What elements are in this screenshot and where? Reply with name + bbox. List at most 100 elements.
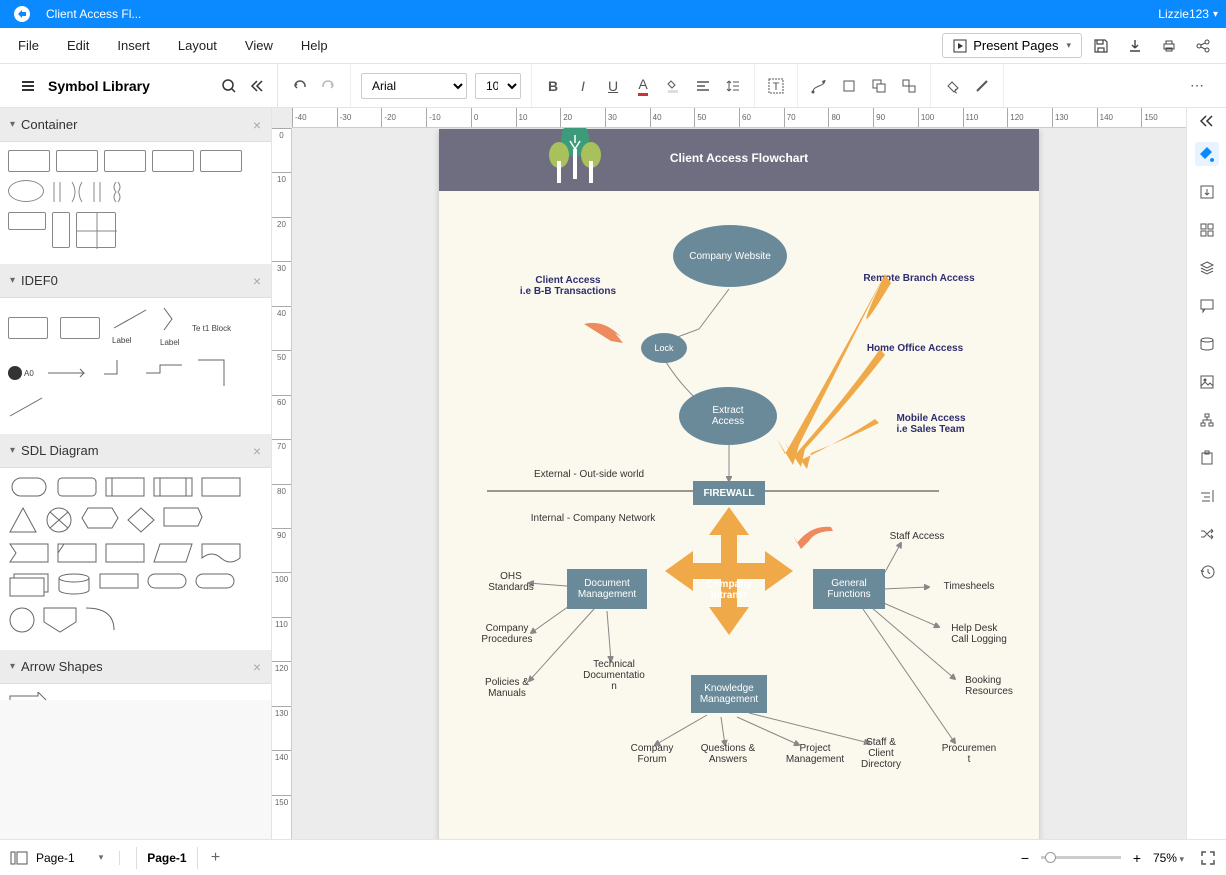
collapse-left-icon[interactable] [249,78,267,94]
node-lock[interactable]: Lock [641,333,687,363]
menu-layout[interactable]: Layout [164,32,231,59]
shape-item[interactable] [56,542,98,564]
theme-colors-icon[interactable] [1195,142,1219,166]
font-size-select[interactable]: 10 [475,73,521,99]
close-icon[interactable]: × [253,443,261,459]
layers-icon[interactable] [1195,256,1219,280]
close-icon[interactable]: × [253,117,261,133]
menu-insert[interactable]: Insert [103,32,164,59]
shape-item[interactable] [8,317,48,339]
search-icon[interactable] [221,78,239,94]
shape-item[interactable] [42,606,78,634]
shape-item[interactable] [56,150,98,172]
node-extract-access[interactable]: Extract Access [679,387,777,445]
shape-item[interactable] [8,692,48,700]
shape-item[interactable]: Te t1 Block [192,324,231,333]
shape-item[interactable] [104,476,146,498]
zoom-in-button[interactable]: + [1129,850,1145,866]
panel-container-header[interactable]: ▾Container× [0,108,271,142]
shape-item[interactable] [76,212,116,248]
undo-button[interactable] [288,75,310,97]
user-menu[interactable]: Lizzie123 [1158,7,1218,21]
collapse-right-icon[interactable] [1200,114,1214,128]
shape-item[interactable]: Label [112,308,148,348]
node-document-management[interactable]: Document Management [567,569,647,609]
image-icon[interactable] [1195,370,1219,394]
shape-item[interactable] [146,572,188,598]
shape-item[interactable] [60,317,100,339]
shape-item[interactable] [8,476,50,498]
shape-item[interactable] [8,212,46,230]
node-company-website[interactable]: Company Website [673,225,787,287]
panel-idef0-header[interactable]: ▾IDEF0× [0,264,271,298]
bold-button[interactable]: B [542,75,564,97]
sitemap-icon[interactable] [1195,408,1219,432]
shape-item[interactable] [8,572,50,598]
shape-item[interactable] [144,363,184,383]
shape-item[interactable] [8,606,36,634]
shape-item[interactable] [194,572,236,598]
save-icon[interactable] [1092,37,1110,55]
shape-item[interactable] [8,542,50,564]
history-icon[interactable] [1195,560,1219,584]
node-general-functions[interactable]: General Functions [813,569,885,609]
zoom-value[interactable]: 75% [1153,851,1184,865]
shape-item[interactable] [162,506,204,534]
shape-item[interactable] [200,542,242,564]
redo-button[interactable] [318,75,340,97]
shape-item[interactable] [8,150,50,172]
comment-icon[interactable] [1195,294,1219,318]
text-highlight-button[interactable] [662,75,684,97]
panel-sdl-header[interactable]: ▾SDL Diagram× [0,434,271,468]
zoom-out-button[interactable]: − [1017,850,1033,866]
share-icon[interactable] [1194,37,1212,55]
download-icon[interactable] [1126,37,1144,55]
data-icon[interactable] [1195,332,1219,356]
more-button[interactable]: ⋯ [1186,75,1208,97]
line-style-button[interactable] [971,75,993,97]
shape-item[interactable] [84,606,116,634]
shape-item[interactable]: A0 [8,366,34,380]
zoom-slider[interactable] [1041,856,1121,859]
font-select[interactable]: Arial [361,73,467,99]
arrange-front-button[interactable] [868,75,890,97]
align-right-icon[interactable] [1195,484,1219,508]
shape-fill-button[interactable] [838,75,860,97]
shape-item[interactable] [90,180,104,204]
page-select[interactable]: Page-1 [36,851,120,865]
outline-icon[interactable] [10,851,28,865]
shape-item[interactable] [50,180,64,204]
shape-item[interactable] [8,506,38,534]
shape-item[interactable] [56,572,92,598]
add-page-button[interactable]: + [206,849,226,867]
shape-item[interactable] [102,358,132,388]
shape-item[interactable] [110,180,124,204]
shape-item[interactable] [152,542,194,564]
shape-item[interactable] [8,396,44,418]
underline-button[interactable]: U [602,75,624,97]
node-knowledge-management[interactable]: Knowledge Management [691,675,767,713]
fullscreen-icon[interactable] [1200,850,1216,866]
menu-edit[interactable]: Edit [53,32,103,59]
close-icon[interactable]: × [253,659,261,675]
shape-item[interactable] [98,572,140,598]
shape-item[interactable] [44,506,74,534]
grid-icon[interactable] [1195,218,1219,242]
connector-button[interactable] [808,75,830,97]
export-icon[interactable] [1195,180,1219,204]
shape-item[interactable] [126,506,156,534]
menu-view[interactable]: View [231,32,287,59]
node-firewall[interactable]: FIREWALL [693,481,765,505]
close-icon[interactable]: × [253,273,261,289]
shape-item[interactable] [196,358,226,388]
panel-arrow-header[interactable]: ▾Arrow Shapes× [0,650,271,684]
shape-item[interactable] [46,366,90,380]
align-button[interactable] [692,75,714,97]
group-button[interactable] [898,75,920,97]
shape-item[interactable] [56,476,98,498]
menu-file[interactable]: File [4,32,53,59]
shape-item[interactable] [152,476,194,498]
shape-item[interactable]: Label [160,306,180,350]
shape-item[interactable] [200,150,242,172]
page-canvas[interactable]: Client Access Flowchart [439,129,1039,839]
